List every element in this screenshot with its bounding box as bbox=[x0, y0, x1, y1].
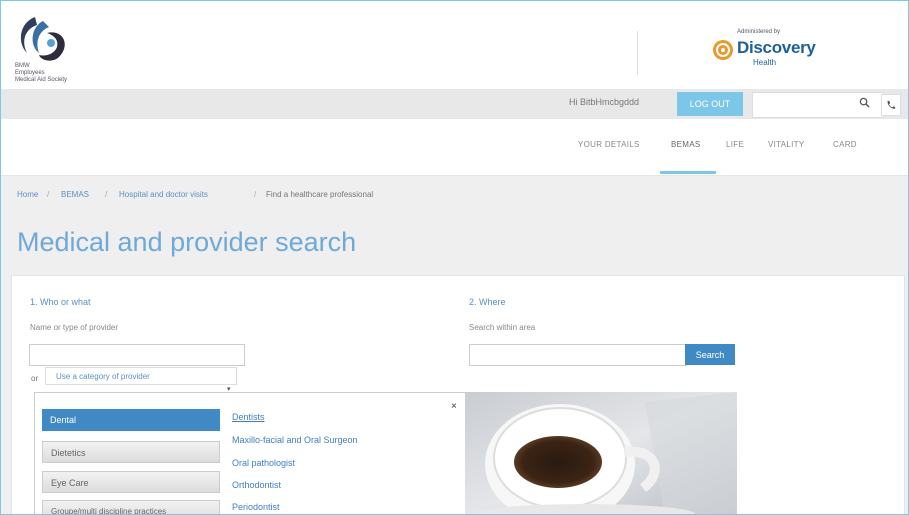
breadcrumb-separator: / bbox=[47, 190, 50, 199]
coffee-cup-image bbox=[465, 392, 737, 514]
category-select[interactable]: Use a category of provider bbox=[45, 367, 237, 385]
logout-button[interactable]: LOG OUT bbox=[677, 92, 743, 116]
subcategory-maxillo-facial[interactable]: Maxillo-facial and Oral Surgeon bbox=[232, 435, 358, 445]
subcategory-periodontist[interactable]: Periodontist bbox=[232, 502, 280, 512]
area-input[interactable] bbox=[469, 344, 687, 366]
nav-item-bemas[interactable]: BEMAS bbox=[671, 140, 701, 149]
or-label: or bbox=[31, 374, 39, 383]
page-title: Medical and provider search bbox=[17, 227, 357, 257]
nav-item-vitality[interactable]: VITALITY bbox=[768, 140, 804, 149]
subcategory-oral-pathologist[interactable]: Oral pathologist bbox=[232, 458, 295, 468]
subcategory-orthodontist[interactable]: Orthodontist bbox=[232, 480, 281, 490]
category-eye-care[interactable]: Eye Care bbox=[42, 471, 220, 493]
who-heading: 1. Who or what bbox=[30, 297, 91, 307]
breadcrumb-separator: / bbox=[254, 190, 257, 199]
logo-line-2: Employees bbox=[15, 70, 45, 76]
category-group-practices[interactable]: Groupe/multi discipline practices bbox=[42, 500, 220, 514]
breadcrumb-home[interactable]: Home bbox=[17, 190, 38, 199]
subcategory-dentists[interactable]: Dentists bbox=[232, 412, 265, 422]
society-name: BMW Employees Medical Aid Society bbox=[15, 63, 105, 84]
logo-line-3: Medical Aid Society bbox=[15, 77, 68, 83]
administered-by-label: Administered by bbox=[737, 29, 781, 35]
search-icon[interactable] bbox=[859, 97, 870, 108]
nav-item-your-details[interactable]: YOUR DETAILS bbox=[578, 140, 640, 149]
breadcrumb-separator: / bbox=[105, 190, 108, 199]
where-heading: 2. Where bbox=[469, 297, 506, 307]
close-icon[interactable]: × bbox=[451, 401, 457, 412]
nav-item-life[interactable]: LIFE bbox=[726, 140, 744, 149]
provider-input[interactable] bbox=[29, 344, 245, 366]
phone-icon[interactable] bbox=[881, 94, 901, 116]
area-label: Search within area bbox=[469, 323, 536, 332]
discovery-logo-icon bbox=[713, 40, 733, 60]
logo-line-1: BMW bbox=[15, 63, 30, 69]
discovery-sub: Health bbox=[753, 58, 777, 67]
breadcrumb-hospital[interactable]: Hospital and doctor visits bbox=[119, 190, 208, 199]
breadcrumb-bemas[interactable]: BEMAS bbox=[61, 190, 89, 199]
greeting-text: Hi BitbHmcbgddd bbox=[569, 97, 640, 107]
category-dietetics[interactable]: Dietetics bbox=[42, 441, 220, 463]
provider-label: Name or type of provider bbox=[30, 323, 119, 332]
breadcrumb-current: Find a healthcare professional bbox=[266, 190, 374, 199]
nav-active-indicator bbox=[660, 171, 716, 174]
nav-item-card[interactable]: CARD bbox=[833, 140, 857, 149]
header-divider bbox=[637, 31, 638, 75]
category-dental[interactable]: Dental bbox=[42, 409, 220, 431]
search-button[interactable]: Search bbox=[685, 344, 735, 365]
site-header: BMW Employees Medical Aid Society Admini… bbox=[1, 1, 908, 89]
browser-frame: BMW Employees Medical Aid Society Admini… bbox=[0, 0, 909, 515]
discovery-brand: Discovery bbox=[737, 38, 816, 57]
